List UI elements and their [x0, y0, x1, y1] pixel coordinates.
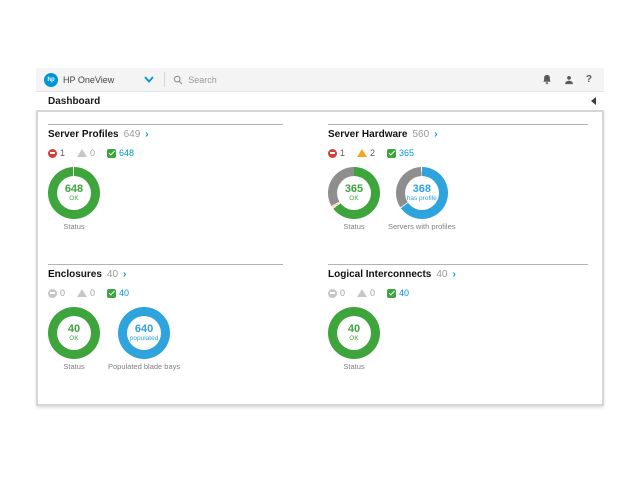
help-icon[interactable]: ?	[586, 74, 592, 85]
donut-chart[interactable]: 365OK	[328, 167, 380, 219]
page-header: Dashboard	[36, 92, 604, 110]
dashboard-panel: Server Profiles 649 › 1 0 648	[36, 110, 604, 406]
profiles-chart: 368has profile Servers with profiles	[388, 167, 456, 231]
panel-enclosures: Enclosures 40 › 0 0 40	[38, 252, 320, 392]
panel-logical-interconnects: Logical Interconnects 40 › 0 0 4	[320, 252, 602, 392]
donut-label: Status	[63, 362, 84, 371]
blade-bays-chart: 640populated Populated blade bays	[108, 307, 180, 371]
divider	[164, 72, 165, 87]
donut-label: Status	[343, 362, 364, 371]
status-summary: 0 0 40	[48, 288, 283, 298]
panel-title[interactable]: Logical Interconnects	[328, 269, 431, 280]
topbar-actions: ?	[542, 74, 596, 85]
chevron-down-icon[interactable]	[144, 76, 154, 83]
status-ok[interactable]: 40	[387, 288, 409, 298]
status-warning[interactable]: 2	[357, 148, 375, 158]
ok-check-icon	[107, 289, 116, 298]
status-warning[interactable]: 0	[77, 288, 95, 298]
warning-icon	[77, 289, 87, 297]
panel-title[interactable]: Server Hardware	[328, 129, 408, 140]
search-box[interactable]	[173, 75, 542, 85]
panel-count-link[interactable]: 649	[124, 129, 141, 140]
status-critical[interactable]: 0	[48, 288, 65, 298]
page-title: Dashboard	[48, 96, 100, 107]
donut-chart[interactable]: 640populated	[118, 307, 170, 359]
critical-icon	[328, 289, 337, 298]
chevron-right-icon[interactable]: ›	[434, 129, 437, 140]
status-count: 0	[90, 288, 95, 298]
panel-count-link[interactable]: 560	[413, 129, 430, 140]
chevron-right-icon[interactable]: ›	[123, 269, 126, 280]
critical-icon	[328, 149, 337, 158]
status-ok[interactable]: 365	[387, 148, 414, 158]
status-chart: 40OK Status	[328, 307, 380, 371]
brand-name: HP OneView	[63, 75, 114, 85]
dashboard-grid: Server Profiles 649 › 1 0 648	[38, 112, 602, 392]
search-input[interactable]	[188, 75, 388, 85]
status-critical[interactable]: 1	[328, 148, 345, 158]
chevron-right-icon[interactable]: ›	[145, 129, 148, 140]
status-count: 0	[370, 288, 375, 298]
status-count: 0	[340, 288, 345, 298]
donut-label: Status	[63, 222, 84, 231]
panel-title[interactable]: Enclosures	[48, 269, 102, 280]
donut-chart[interactable]: 648OK	[48, 167, 100, 219]
bell-icon[interactable]	[542, 74, 552, 85]
status-count: 2	[370, 148, 375, 158]
ok-check-icon	[107, 149, 116, 158]
status-summary: 1 2 365	[328, 148, 588, 158]
ok-check-icon	[387, 149, 396, 158]
status-ok[interactable]: 40	[107, 288, 129, 298]
panel-count-link[interactable]: 40	[107, 269, 118, 280]
donut-label: Status	[343, 222, 364, 231]
status-chart: 648OK Status	[48, 167, 100, 231]
donut-label: Populated blade bays	[108, 362, 180, 371]
hp-logo: hp	[44, 73, 58, 87]
status-critical[interactable]: 1	[48, 148, 65, 158]
status-ok[interactable]: 648	[107, 148, 134, 158]
divider	[328, 264, 588, 265]
status-count: 1	[60, 148, 65, 158]
warning-icon	[357, 149, 367, 157]
warning-icon	[77, 149, 87, 157]
status-warning[interactable]: 0	[77, 148, 95, 158]
panel-count-link[interactable]: 40	[436, 269, 447, 280]
warning-icon	[357, 289, 367, 297]
status-summary: 1 0 648	[48, 148, 283, 158]
ok-check-icon	[387, 289, 396, 298]
collapse-panel-icon[interactable]	[591, 97, 596, 105]
hp-oneview-app: hp HP OneView ? Dashboard	[36, 68, 604, 406]
top-bar: hp HP OneView ?	[36, 68, 604, 92]
divider	[328, 124, 588, 125]
status-chart: 40OK Status	[48, 307, 100, 371]
status-critical[interactable]: 0	[328, 288, 345, 298]
user-icon[interactable]	[564, 75, 574, 85]
status-count: 1	[340, 148, 345, 158]
status-count: 365	[399, 148, 414, 158]
critical-icon	[48, 289, 57, 298]
donut-chart[interactable]: 40OK	[328, 307, 380, 359]
status-count: 0	[60, 288, 65, 298]
status-count: 648	[119, 148, 134, 158]
status-summary: 0 0 40	[328, 288, 588, 298]
divider	[48, 264, 283, 265]
panel-server-profiles: Server Profiles 649 › 1 0 648	[38, 112, 320, 252]
status-chart: 365OK Status	[328, 167, 380, 231]
status-count: 40	[399, 288, 409, 298]
panel-title[interactable]: Server Profiles	[48, 129, 119, 140]
panel-server-hardware: Server Hardware 560 › 1 2 365	[320, 112, 602, 252]
divider	[48, 124, 283, 125]
donut-chart[interactable]: 40OK	[48, 307, 100, 359]
status-count: 0	[90, 148, 95, 158]
donut-chart[interactable]: 368has profile	[396, 167, 448, 219]
donut-label: Servers with profiles	[388, 222, 456, 231]
chevron-right-icon[interactable]: ›	[452, 269, 455, 280]
critical-icon	[48, 149, 57, 158]
status-count: 40	[119, 288, 129, 298]
search-icon	[173, 75, 183, 85]
status-warning[interactable]: 0	[357, 288, 375, 298]
